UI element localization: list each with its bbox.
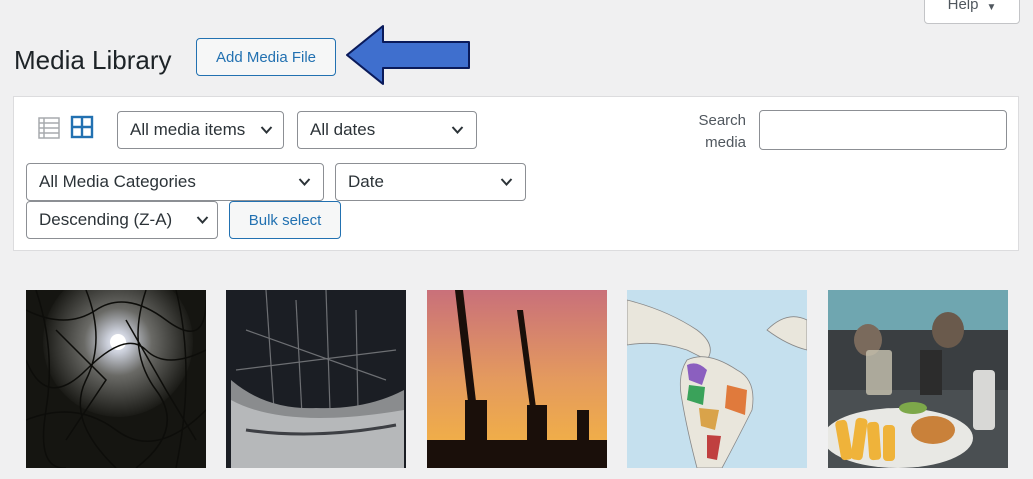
chevron-down-icon	[500, 178, 513, 186]
help-label: Help	[947, 0, 979, 13]
list-view-icon[interactable]	[38, 117, 60, 139]
moon-branches-image	[26, 290, 206, 468]
search-label-line2: media	[705, 134, 746, 151]
chevron-down-icon	[451, 126, 464, 134]
chevron-down-icon	[298, 178, 311, 186]
bulk-select-button[interactable]: Bulk select	[229, 201, 341, 239]
chevron-down-icon: ▼	[986, 2, 997, 13]
search-input[interactable]	[759, 110, 1007, 150]
media-type-value: All media items	[130, 120, 246, 139]
orderby-value: Date	[348, 172, 384, 191]
cranes-sunset-image	[427, 290, 607, 468]
order-select[interactable]: Descending (Z-A)	[26, 201, 218, 239]
help-button[interactable]: Help ▼	[924, 0, 1020, 24]
arrow-left-icon	[346, 25, 470, 85]
media-thumbnail-food[interactable]	[828, 290, 1008, 468]
bulk-select-label: Bulk select	[248, 211, 322, 229]
latin-america-map-image	[627, 290, 807, 468]
media-categories-value: All Media Categories	[39, 172, 196, 191]
media-thumbnail-moon[interactable]	[26, 290, 206, 468]
orderby-select[interactable]: Date	[335, 163, 526, 201]
search-label-line1: Search	[698, 112, 746, 129]
dates-select[interactable]: All dates	[297, 111, 477, 149]
media-thumbnail-map[interactable]	[627, 290, 807, 468]
media-categories-select[interactable]: All Media Categories	[26, 163, 324, 201]
media-type-select[interactable]: All media items	[117, 111, 284, 149]
grid-view-icon[interactable]	[70, 115, 94, 139]
media-thumbnail-ship[interactable]	[226, 290, 406, 468]
page-title: Media Library	[14, 45, 172, 75]
chevron-down-icon	[196, 216, 209, 224]
media-toolbar: All media items All dates Search media A…	[13, 96, 1019, 251]
order-value: Descending (Z-A)	[39, 210, 173, 229]
ship-image	[226, 290, 406, 468]
dates-value: All dates	[310, 120, 376, 139]
restaurant-food-image	[828, 290, 1008, 468]
add-media-file-label: Add Media File	[215, 48, 317, 66]
search-label: Search media	[664, 110, 746, 154]
chevron-down-icon	[260, 126, 273, 134]
media-thumbnail-cranes[interactable]	[427, 290, 607, 468]
add-media-file-button[interactable]: Add Media File	[196, 38, 336, 76]
